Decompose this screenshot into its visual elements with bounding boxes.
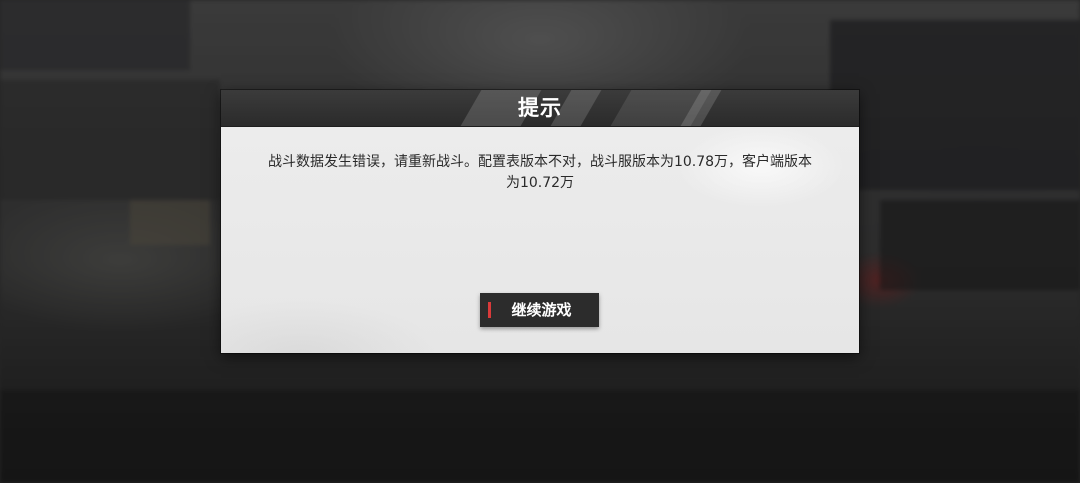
game-screen: 提示 战斗数据发生错误，请重新战斗。配置表版本不对，战斗服版本为10.78万，客… — [0, 0, 1080, 483]
dialog-title: 提示 — [518, 95, 562, 120]
dialog-header: 提示 — [221, 90, 859, 127]
continue-game-button[interactable]: 继续游戏 — [480, 293, 599, 327]
dialog-message: 战斗数据发生错误，请重新战斗。配置表版本不对，战斗服版本为10.78万，客户端版… — [267, 154, 813, 191]
alert-dialog: 提示 战斗数据发生错误，请重新战斗。配置表版本不对，战斗服版本为10.78万，客… — [221, 90, 859, 353]
continue-game-label: 继续游戏 — [511, 301, 572, 319]
